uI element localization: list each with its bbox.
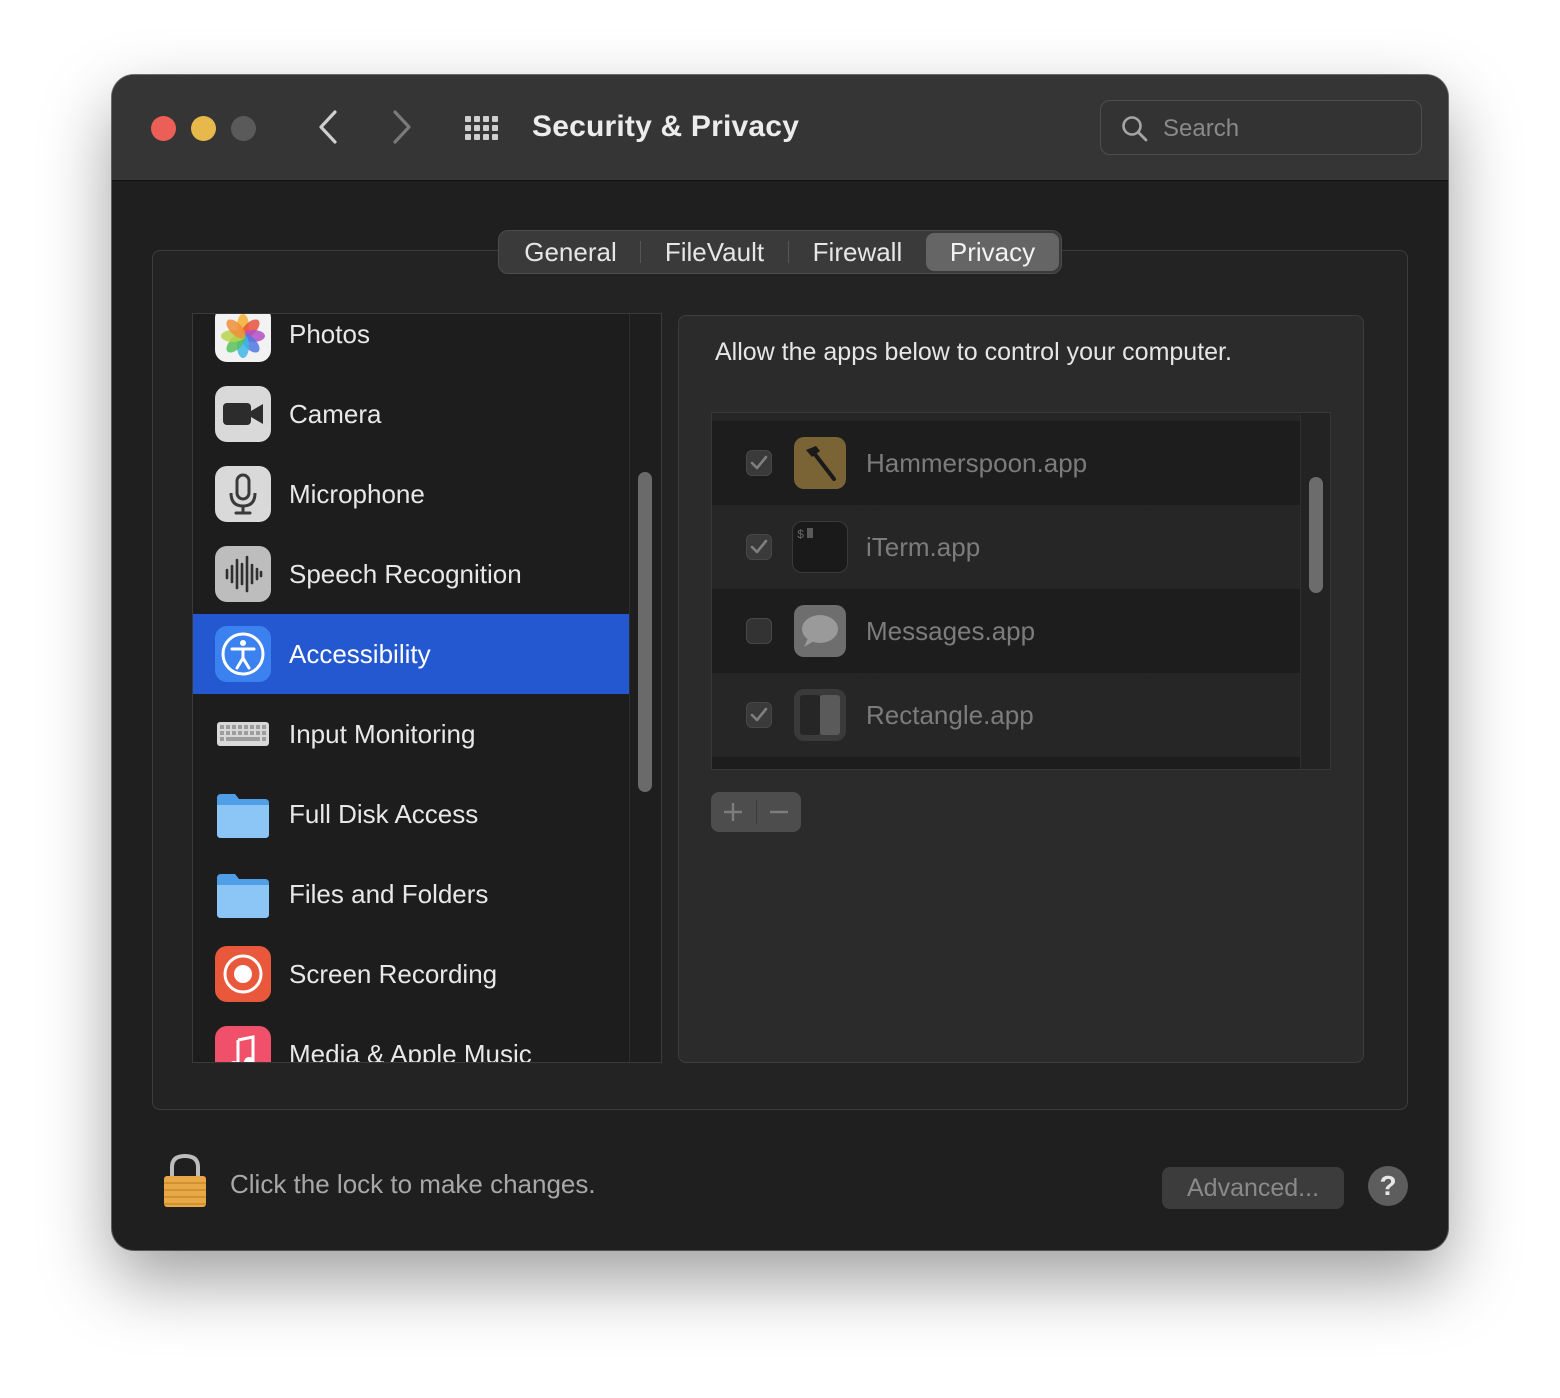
sidebar-item-camera[interactable]: Camera (193, 374, 629, 454)
checkmark-icon (750, 455, 768, 470)
app-checkbox[interactable] (746, 702, 772, 728)
app-list-scrollbar-thumb[interactable] (1309, 477, 1323, 593)
add-app-button[interactable] (711, 792, 756, 832)
sidebar-item-screen-recording[interactable]: Screen Recording (193, 934, 629, 1014)
app-list[interactable]: Hammerspoon.app $ iTerm.app Messages.app… (711, 412, 1331, 770)
search-field[interactable] (1100, 100, 1422, 155)
app-checkbox[interactable] (746, 618, 772, 644)
chevron-right-icon (393, 110, 411, 144)
app-row-messages[interactable]: Messages.app (712, 589, 1300, 673)
grid-icon (465, 116, 498, 140)
minus-icon (769, 810, 788, 814)
minimize-button[interactable] (191, 116, 216, 141)
folder-icon (215, 866, 271, 922)
chevron-left-icon (319, 110, 337, 144)
sidebar-item-label: Files and Folders (289, 879, 489, 909)
sidebar-scrollbar-thumb[interactable] (638, 472, 652, 792)
zoom-button[interactable] (231, 116, 256, 141)
sidebar-item-microphone[interactable]: Microphone (193, 454, 629, 534)
tab-bar: General FileVault Firewall Privacy (498, 230, 1062, 274)
forward-button[interactable] (382, 105, 422, 149)
photos-icon (215, 314, 271, 362)
titlebar: Security & Privacy (112, 75, 1448, 181)
panel-description: Allow the apps below to control your com… (715, 338, 1232, 366)
sidebar-item-label: Media & Apple Music (289, 1039, 532, 1063)
app-name: Hammerspoon.app (866, 448, 1088, 478)
sidebar-item-files-and-folders[interactable]: Files and Folders (193, 854, 629, 934)
app-row-iterm[interactable]: $ iTerm.app (712, 505, 1300, 589)
show-all-button[interactable] (462, 109, 502, 149)
sidebar-item-photos[interactable]: Photos (193, 314, 629, 374)
app-checkbox[interactable] (746, 450, 772, 476)
tab-privacy[interactable]: Privacy (925, 233, 1060, 271)
accessibility-icon (215, 626, 271, 682)
sidebar-item-label: Microphone (289, 479, 425, 509)
folder-icon (215, 786, 271, 842)
app-row-partial (712, 757, 1300, 769)
checkmark-icon (750, 707, 768, 722)
app-name: iTerm.app (866, 532, 981, 562)
checkmark-icon (750, 539, 768, 554)
advanced-button[interactable]: Advanced... (1162, 1167, 1344, 1209)
app-checkbox[interactable] (746, 534, 772, 560)
lock-icon (164, 1153, 206, 1207)
sidebar-item-label: Camera (289, 399, 382, 429)
app-row-hammerspoon[interactable]: Hammerspoon.app (712, 421, 1300, 505)
sidebar-item-label: Input Monitoring (289, 719, 476, 749)
lock-message: Click the lock to make changes. (230, 1169, 596, 1199)
search-icon (1122, 116, 1148, 142)
window-title: Security & Privacy (532, 110, 800, 143)
sidebar-item-label: Screen Recording (289, 959, 498, 989)
back-button[interactable] (308, 105, 348, 149)
sidebar-item-media-apple-music[interactable]: Media & Apple Music (193, 1014, 629, 1063)
camera-icon (215, 386, 271, 442)
sidebar-item-accessibility[interactable]: Accessibility (193, 614, 629, 694)
plus-icon (724, 803, 743, 821)
app-row-rectangle[interactable]: Rectangle.app (712, 673, 1300, 757)
speech-recognition-icon (215, 546, 271, 602)
sidebar-item-input-monitoring[interactable]: Input Monitoring (193, 694, 629, 774)
sidebar-item-speech-recognition[interactable]: Speech Recognition (193, 534, 629, 614)
messages-icon (794, 605, 846, 657)
sidebar-item-label: Full Disk Access (289, 799, 479, 829)
search-input[interactable] (1161, 109, 1415, 149)
hammer-icon (794, 437, 846, 489)
security-privacy-window: Security & Privacy General FileVault Fir… (112, 75, 1448, 1250)
tab-firewall[interactable]: Firewall (789, 233, 926, 271)
screen-recording-icon (215, 946, 271, 1002)
rectangle-icon (794, 689, 846, 741)
tab-general[interactable]: General (501, 233, 640, 271)
app-name: Messages.app (866, 616, 1036, 646)
music-icon (215, 1026, 271, 1062)
keyboard-icon (215, 706, 271, 762)
sidebar-item-label: Accessibility (289, 639, 431, 669)
sidebar-item-label: Speech Recognition (289, 559, 522, 589)
tab-filevault[interactable]: FileVault (641, 233, 788, 271)
lock-button[interactable] (162, 1153, 208, 1209)
help-button[interactable]: ? (1368, 1166, 1408, 1206)
add-remove-control (711, 792, 801, 832)
sidebar-item-label: Photos (289, 319, 370, 349)
accessibility-panel: Allow the apps below to control your com… (678, 315, 1364, 1063)
app-name: Rectangle.app (866, 700, 1034, 730)
privacy-category-list[interactable]: Photos Camera Microphone Speech Recognit… (192, 313, 662, 1063)
microphone-icon (215, 466, 271, 522)
sidebar-item-full-disk-access[interactable]: Full Disk Access (193, 774, 629, 854)
terminal-icon: $ (792, 521, 848, 573)
close-button[interactable] (151, 116, 176, 141)
remove-app-button[interactable] (756, 792, 801, 832)
svg-text:$: $ (797, 528, 804, 542)
